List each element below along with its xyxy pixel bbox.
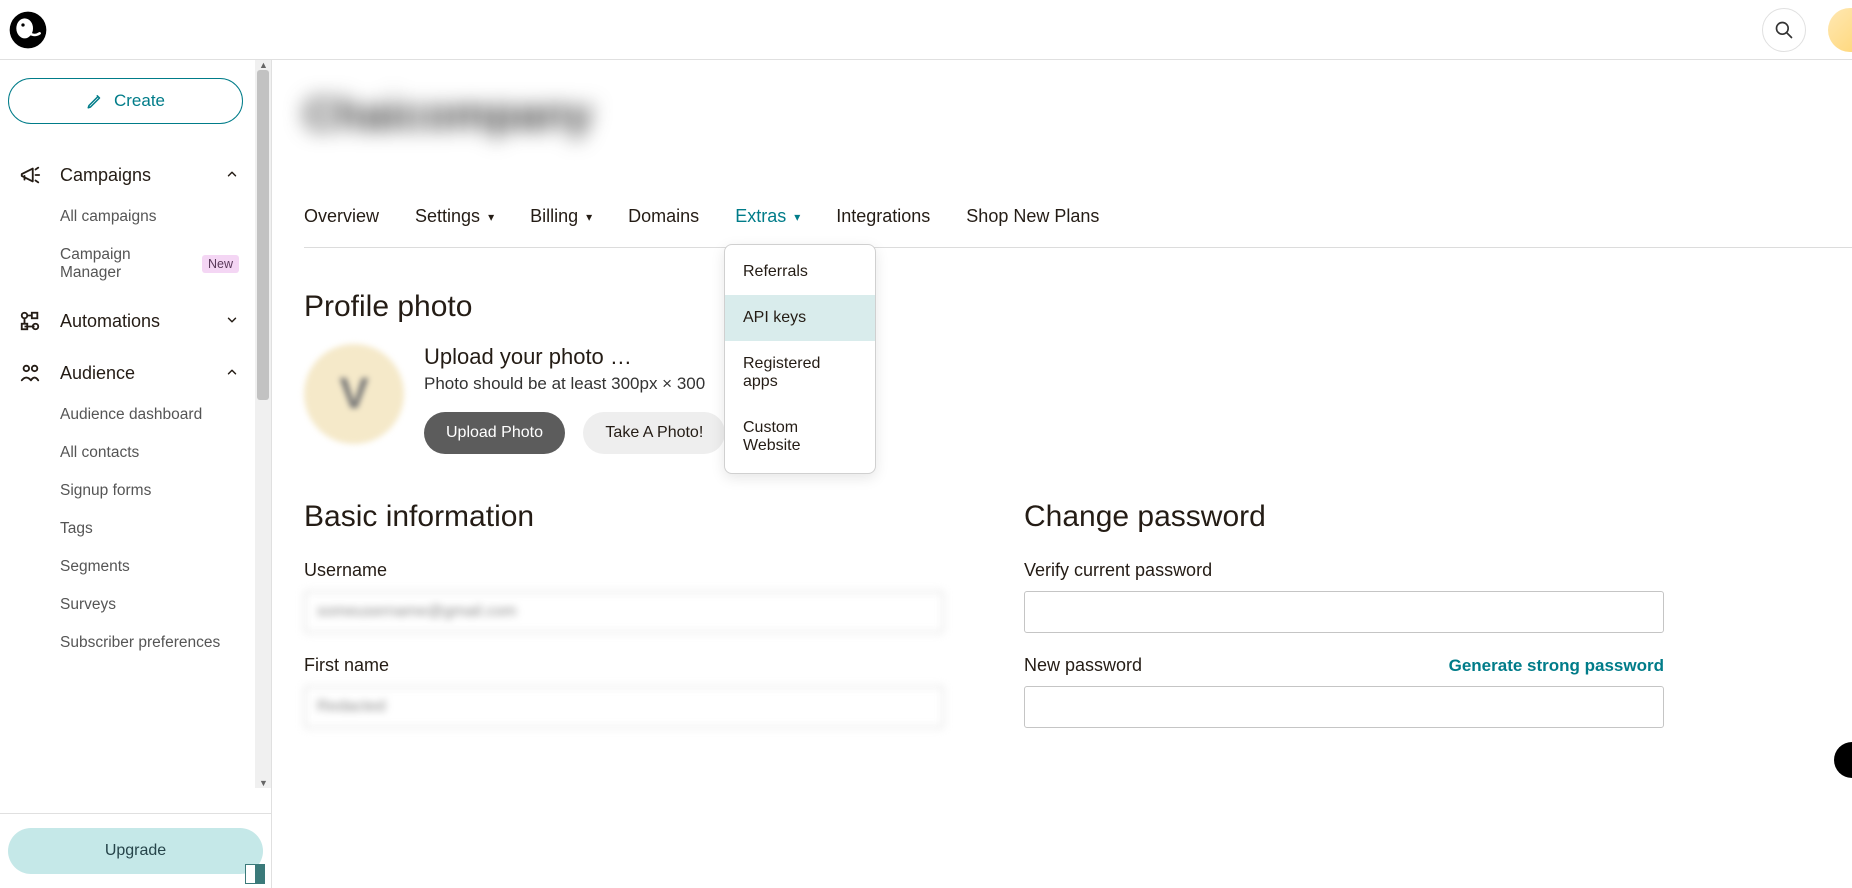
sidebar-item-label: Audience dashboard <box>60 406 202 424</box>
sidebar-item-label: All campaigns <box>60 208 157 226</box>
profile-avatar: V <box>304 344 404 444</box>
username-label: Username <box>304 560 944 581</box>
search-button[interactable] <box>1762 8 1806 52</box>
sidebar-item-surveys[interactable]: Surveys <box>60 586 249 624</box>
tab-shop-new-plans[interactable]: Shop New Plans <box>966 196 1099 247</box>
nav-label: Campaigns <box>60 165 151 186</box>
tab-label: Billing <box>530 206 578 227</box>
button-label: Take A Photo! <box>605 424 703 441</box>
sidebar-item-tags[interactable]: Tags <box>60 510 249 548</box>
extras-dropdown: Referrals API keys Registered apps Custo… <box>724 244 876 474</box>
app-header <box>0 0 1852 60</box>
sidebar-item-campaign-manager[interactable]: Campaign Manager New <box>60 236 249 292</box>
sidebar-item-label: All contacts <box>60 444 139 462</box>
upload-hint: Photo should be at least 300px × 300 <box>424 374 725 394</box>
tab-billing[interactable]: Billing ▾ <box>530 196 592 247</box>
nav-group-campaigns: Campaigns All campaigns Campaign Manager… <box>8 152 249 292</box>
sidebar-item-all-campaigns[interactable]: All campaigns <box>60 198 249 236</box>
dropdown-item-referrals[interactable]: Referrals <box>725 249 875 295</box>
tab-overview[interactable]: Overview <box>304 196 379 247</box>
sidebar-item-label: Subscriber preferences <box>60 634 220 652</box>
megaphone-icon <box>18 164 42 186</box>
chevron-up-icon <box>225 363 239 384</box>
tab-label: Shop New Plans <box>966 206 1099 227</box>
sidebar-item-label: Campaign Manager <box>60 246 194 282</box>
upgrade-button[interactable]: Upgrade <box>8 828 263 874</box>
dropdown-item-registered-apps[interactable]: Registered apps <box>725 341 875 405</box>
tab-extras[interactable]: Extras ▾ <box>735 196 800 247</box>
tab-label: Domains <box>628 206 699 227</box>
chevron-down-icon: ▾ <box>586 210 592 224</box>
tab-domains[interactable]: Domains <box>628 196 699 247</box>
upgrade-button-label: Upgrade <box>105 842 166 859</box>
tab-label: Integrations <box>836 206 930 227</box>
automation-icon <box>18 310 42 332</box>
pencil-icon <box>86 92 104 110</box>
sidebar-item-segments[interactable]: Segments <box>60 548 249 586</box>
dropdown-item-label: API keys <box>743 309 806 326</box>
chevron-down-icon: ▾ <box>794 210 800 224</box>
section-heading: Change password <box>1024 500 1664 534</box>
main-content: Chaicompany Overview Settings ▾ Billing ▾ … <box>272 60 1852 888</box>
dropdown-item-custom-website[interactable]: Custom Website <box>725 405 875 469</box>
mailchimp-logo-icon[interactable] <box>8 8 52 52</box>
sidebar-item-label: Signup forms <box>60 482 151 500</box>
dropdown-item-label: Registered apps <box>743 355 820 390</box>
take-photo-button[interactable]: Take A Photo! <box>583 412 725 454</box>
first-name-input[interactable] <box>304 686 944 728</box>
button-label: Upload Photo <box>446 424 543 441</box>
first-name-label: First name <box>304 655 944 676</box>
new-badge: New <box>202 255 239 273</box>
dropdown-item-label: Custom Website <box>743 419 801 454</box>
tab-label: Overview <box>304 206 379 227</box>
account-tabbar: Overview Settings ▾ Billing ▾ Domains Extr… <box>304 196 1852 248</box>
nav-group-automations: Automations <box>8 298 249 344</box>
nav-header-campaigns[interactable]: Campaigns <box>8 152 249 198</box>
new-password-label: New password <box>1024 655 1142 676</box>
chevron-down-icon <box>225 311 239 332</box>
sidebar: ▲ ▼ Create Campaigns <box>0 60 272 888</box>
sidebar-item-subscriber-preferences[interactable]: Subscriber preferences <box>60 624 249 662</box>
verify-password-input[interactable] <box>1024 591 1664 633</box>
user-avatar[interactable] <box>1828 8 1852 52</box>
upload-title: Upload your photo … <box>424 344 725 370</box>
section-heading: Basic information <box>304 500 944 534</box>
dropdown-item-api-keys[interactable]: API keys <box>725 295 875 341</box>
tab-settings[interactable]: Settings ▾ <box>415 196 494 247</box>
nav-group-audience: Audience Audience dashboard All contacts… <box>8 350 249 662</box>
nav-header-audience[interactable]: Audience <box>8 350 249 396</box>
avatar-letter: V <box>339 369 368 419</box>
profile-photo-section: Profile photo V Upload your photo … Phot… <box>304 290 1852 454</box>
audience-icon <box>18 362 42 384</box>
panel-toggle-icon[interactable] <box>245 864 265 884</box>
chevron-down-icon: ▾ <box>488 210 494 224</box>
search-icon <box>1774 20 1794 40</box>
dropdown-item-label: Referrals <box>743 263 808 280</box>
sidebar-item-label: Tags <box>60 520 93 538</box>
basic-information-section: Basic information Username First name <box>304 500 944 750</box>
verify-password-label: Verify current password <box>1024 560 1664 581</box>
change-password-section: Change password Verify current password … <box>1024 500 1664 750</box>
tab-label: Extras <box>735 206 786 227</box>
sidebar-item-audience-dashboard[interactable]: Audience dashboard <box>60 396 249 434</box>
tab-label: Settings <box>415 206 480 227</box>
chevron-up-icon <box>225 165 239 186</box>
sidebar-item-label: Surveys <box>60 596 116 614</box>
generate-password-link[interactable]: Generate strong password <box>1449 656 1664 676</box>
tab-integrations[interactable]: Integrations <box>836 196 930 247</box>
nav-label: Audience <box>60 363 135 384</box>
section-heading: Profile photo <box>304 290 1852 324</box>
sidebar-item-all-contacts[interactable]: All contacts <box>60 434 249 472</box>
page-title: Chaicompany <box>304 90 593 140</box>
sidebar-item-label: Segments <box>60 558 130 576</box>
sidebar-item-signup-forms[interactable]: Signup forms <box>60 472 249 510</box>
nav-header-automations[interactable]: Automations <box>8 298 249 344</box>
nav-label: Automations <box>60 311 160 332</box>
create-button-label: Create <box>114 91 165 111</box>
upload-photo-button[interactable]: Upload Photo <box>424 412 565 454</box>
create-button[interactable]: Create <box>8 78 243 124</box>
sidebar-footer: Upgrade <box>0 813 271 888</box>
new-password-input[interactable] <box>1024 686 1664 728</box>
username-input[interactable] <box>304 591 944 633</box>
